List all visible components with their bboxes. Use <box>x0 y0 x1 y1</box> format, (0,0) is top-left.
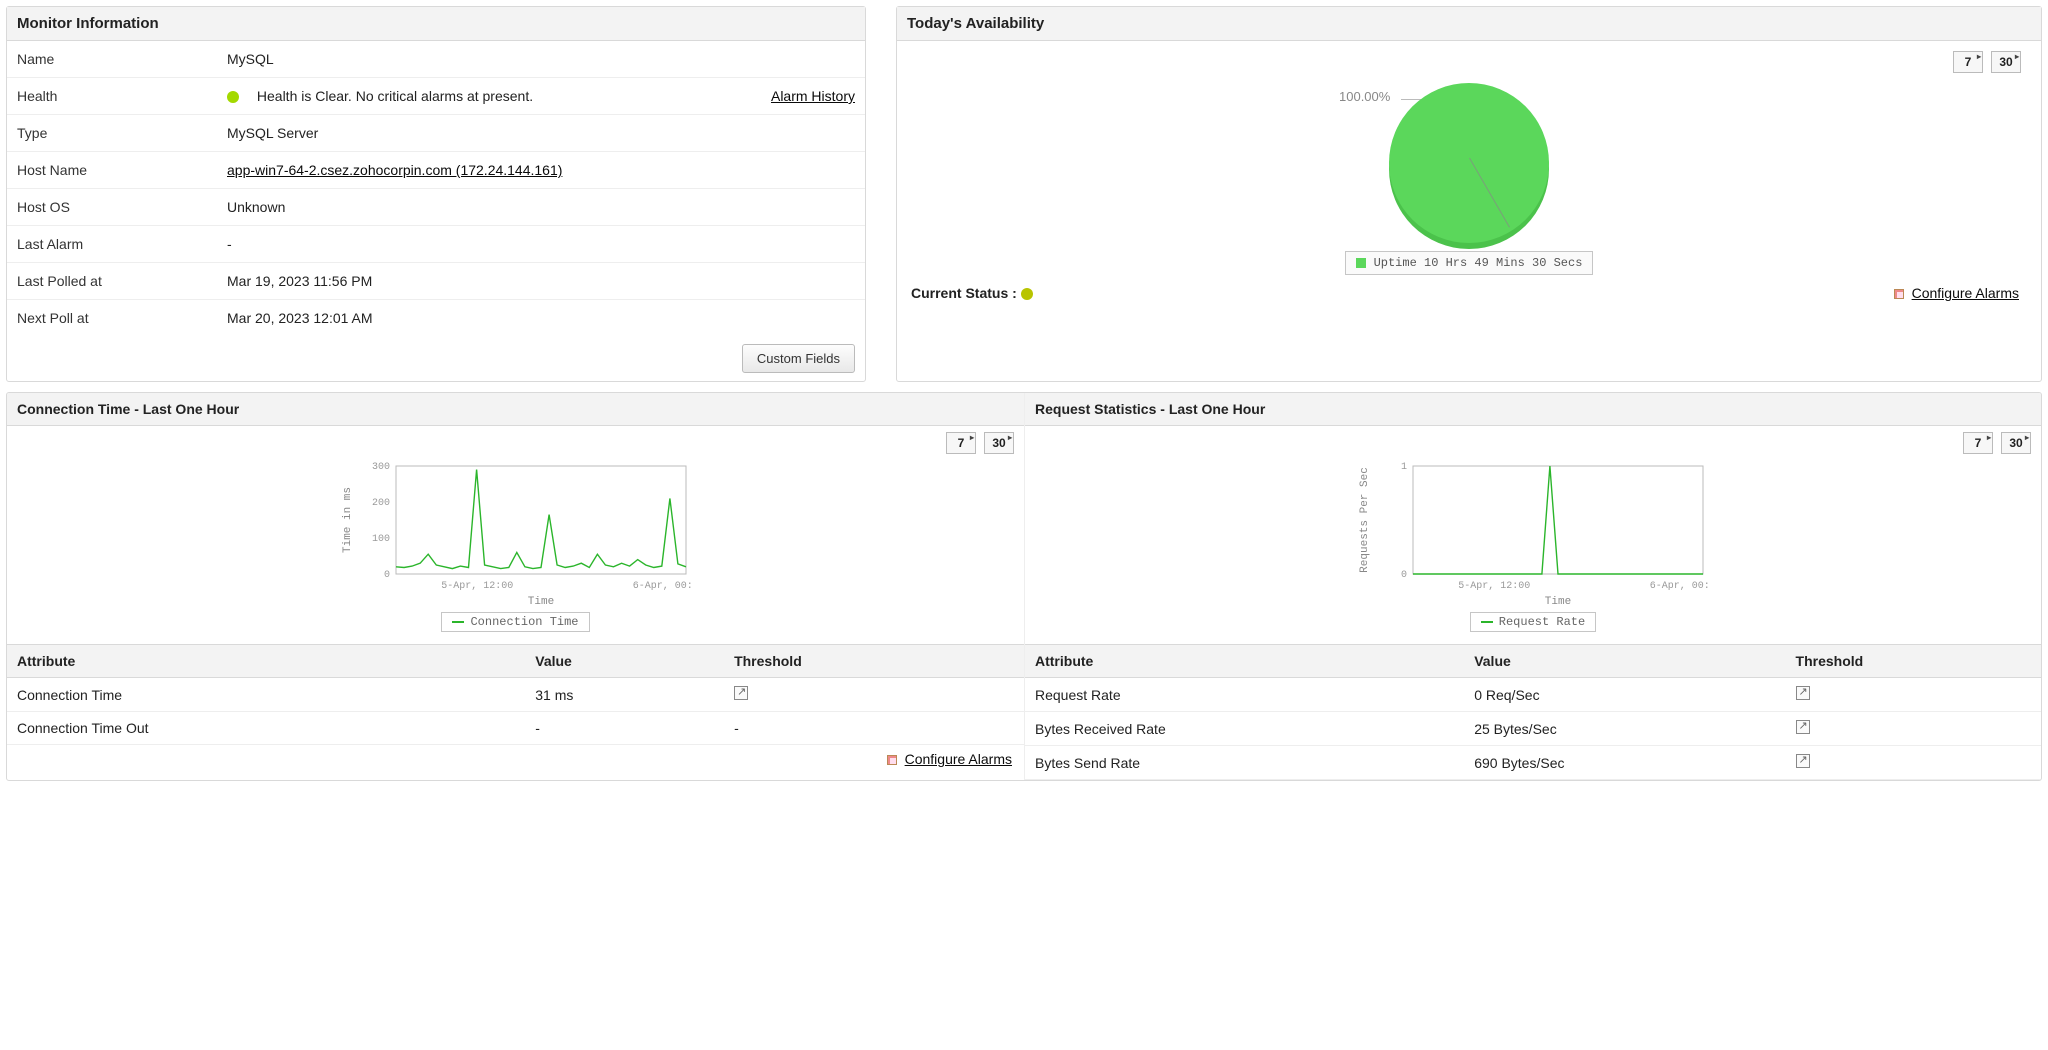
conn-time-table: Attribute Value Threshold Connection Tim… <box>7 644 1024 745</box>
req-stats-toggle-30[interactable]: 30▸ <box>2001 432 2031 454</box>
conn-th-val: Value <box>525 645 724 678</box>
svg-text:0: 0 <box>1401 570 1407 581</box>
conn-time-mini-chart: 0 100 200 300 Time in ms 5-Apr, 12:00 6-Apr, 0… <box>7 454 1024 644</box>
legend-line-icon <box>1481 621 1493 623</box>
health-label: Health <box>7 78 217 115</box>
alarm-history-link[interactable]: Alarm History <box>771 88 855 104</box>
hostname-label: Host Name <box>7 152 217 189</box>
threshold-icon[interactable] <box>1796 720 1810 734</box>
current-status-dot-icon <box>1021 288 1033 300</box>
req-stats-legend: Request Rate <box>1470 612 1596 632</box>
charts-dual-panel: Connection Time - Last One Hour 7▸ 30▸ 0… <box>6 392 2042 781</box>
availability-legend: Uptime 10 Hrs 49 Mins 30 Secs <box>1345 251 1594 275</box>
name-value: MySQL <box>217 41 865 78</box>
availability-pie-chart: 100.00% <box>907 83 2031 243</box>
hostname-link[interactable]: app-win7-64-2.csez.zohocorpin.com (172.2… <box>227 162 562 178</box>
req-th-thresh: Threshold <box>1786 645 2041 678</box>
req-stats-toggle-7[interactable]: 7▸ <box>1963 432 1993 454</box>
next-poll-value: Mar 20, 2023 12:01 AM <box>217 300 865 337</box>
threshold-icon[interactable] <box>1796 754 1810 768</box>
svg-text:6-Apr, 00:: 6-Apr, 00: <box>1650 581 1710 592</box>
svg-text:6-Apr, 00:: 6-Apr, 00: <box>632 581 692 592</box>
conn-time-legend: Connection Time <box>441 612 589 632</box>
alarm-flag-icon <box>887 755 897 765</box>
hostos-value: Unknown <box>217 189 865 226</box>
type-value: MySQL Server <box>217 115 865 152</box>
custom-fields-button[interactable]: Custom Fields <box>742 344 855 373</box>
name-label: Name <box>7 41 217 78</box>
configure-alarms-link[interactable]: Configure Alarms <box>1912 285 2019 301</box>
svg-text:Time in ms: Time in ms <box>342 487 354 553</box>
monitor-info-table: Name MySQL Health Health is Clear. No cr… <box>7 41 865 336</box>
last-alarm-value: - <box>217 226 865 263</box>
legend-line-icon <box>452 621 464 623</box>
table-row: Bytes Send Rate 690 Bytes/Sec <box>1025 746 2041 780</box>
conn-time-toggle-7[interactable]: 7▸ <box>946 432 976 454</box>
legend-square-icon <box>1356 258 1366 268</box>
svg-text:200: 200 <box>371 498 389 509</box>
pie-icon <box>1389 83 1549 243</box>
svg-text:5-Apr, 12:00: 5-Apr, 12:00 <box>1458 581 1530 592</box>
table-row: Connection Time Out - - <box>7 712 1024 745</box>
health-status-dot-icon <box>227 91 239 103</box>
req-stats-title: Request Statistics - Last One Hour <box>1025 393 2041 426</box>
table-row: Request Rate 0 Req/Sec <box>1025 678 2041 712</box>
alarm-flag-icon <box>1894 289 1904 299</box>
svg-text:Time: Time <box>527 596 553 608</box>
req-th-attr: Attribute <box>1025 645 1464 678</box>
req-th-val: Value <box>1464 645 1785 678</box>
type-label: Type <box>7 115 217 152</box>
svg-text:300: 300 <box>371 462 389 473</box>
availability-title: Today's Availability <box>897 7 2041 41</box>
svg-text:Time: Time <box>1545 596 1571 608</box>
last-polled-value: Mar 19, 2023 11:56 PM <box>217 263 865 300</box>
availability-panel: Today's Availability 7▸ 30▸ 100.00% Upti… <box>896 6 2042 382</box>
current-status-label: Current Status : <box>911 285 1047 301</box>
next-poll-label: Next Poll at <box>7 300 217 337</box>
svg-text:1: 1 <box>1401 462 1407 473</box>
conn-time-title: Connection Time - Last One Hour <box>7 393 1024 426</box>
svg-text:Requests Per Sec: Requests Per Sec <box>1359 467 1371 573</box>
monitor-info-title: Monitor Information <box>7 7 865 41</box>
table-row: Connection Time 31 ms <box>7 678 1024 712</box>
svg-text:5-Apr, 12:00: 5-Apr, 12:00 <box>441 581 513 592</box>
req-stats-mini-chart: 0 1 Requests Per Sec 5-Apr, 12:00 6-Apr, 00:… <box>1025 454 2041 644</box>
availability-toggle-7[interactable]: 7▸ <box>1953 51 1983 73</box>
availability-pie-label: 100.00% <box>1339 89 1390 104</box>
last-polled-label: Last Polled at <box>7 263 217 300</box>
conn-time-toggle-30[interactable]: 30▸ <box>984 432 1014 454</box>
hostos-label: Host OS <box>7 189 217 226</box>
health-text: Health is Clear. No critical alarms at p… <box>257 88 533 104</box>
table-row: Bytes Received Rate 25 Bytes/Sec <box>1025 712 2041 746</box>
conn-th-attr: Attribute <box>7 645 525 678</box>
threshold-icon[interactable] <box>1796 686 1810 700</box>
svg-text:100: 100 <box>371 534 389 545</box>
last-alarm-label: Last Alarm <box>7 226 217 263</box>
configure-alarms-link-conn[interactable]: Configure Alarms <box>905 751 1012 767</box>
conn-th-thresh: Threshold <box>724 645 1024 678</box>
monitor-info-panel: Monitor Information Name MySQL Health He… <box>6 6 866 382</box>
svg-text:0: 0 <box>383 570 389 581</box>
availability-toggle-30[interactable]: 30▸ <box>1991 51 2021 73</box>
threshold-icon[interactable] <box>734 686 748 700</box>
req-stats-table: Attribute Value Threshold Request Rate 0… <box>1025 644 2041 780</box>
